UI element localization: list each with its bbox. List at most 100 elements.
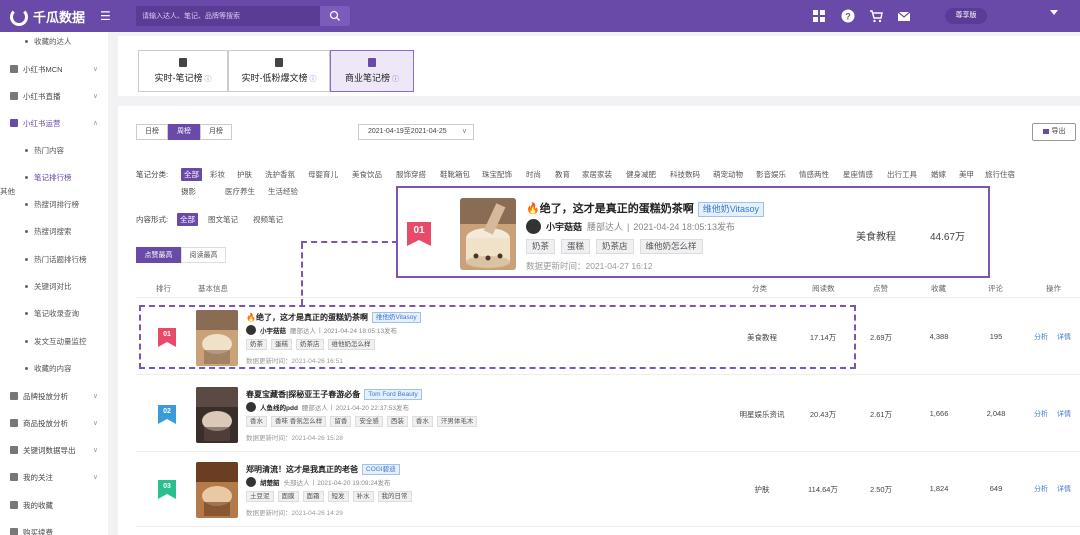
period-day-button[interactable]: 日榜 [136, 124, 168, 140]
apps-grid-icon[interactable] [812, 9, 826, 23]
tag[interactable]: 我的日常 [377, 491, 412, 502]
sidebar-item-keyword-compare[interactable]: 关键词对比 [0, 278, 108, 294]
tag[interactable]: 土豆泥 [246, 491, 274, 502]
sidebar-item-note-ranking[interactable]: 笔记排行榜 [0, 169, 108, 185]
category-filter-item[interactable]: 鞋靴箱包 [440, 169, 470, 180]
category-filter-item[interactable]: 护肤 [237, 169, 252, 180]
category-filter-item[interactable]: 服饰穿搭 [396, 169, 426, 180]
tag[interactable]: 面霜 [302, 491, 324, 502]
tab-realtime-notes[interactable]: 实时-笔记榜 ⓘ [138, 50, 228, 92]
brand-tag[interactable]: COGI碧迪 [362, 464, 400, 476]
category-filter-item[interactable]: 医疗养生 [225, 186, 255, 197]
tag[interactable]: 奶茶店 [596, 239, 634, 254]
sidebar-item-saved-creators[interactable]: 收藏的达人 [0, 33, 108, 49]
tag[interactable]: 香水 [411, 416, 433, 427]
sidebar-item-note-index-query[interactable]: 笔记收录查询 [0, 305, 108, 321]
mail-icon[interactable] [897, 9, 911, 23]
sort-reads-tab[interactable]: 阅读最高 [181, 247, 226, 263]
sidebar-item-hot-content[interactable]: 热门内容 [0, 142, 108, 158]
category-filter-item[interactable]: 出行工具 [887, 169, 917, 180]
help-icon[interactable]: ? [841, 9, 855, 23]
category-filter-item[interactable]: 旅行住宿 [985, 169, 1015, 180]
author-name[interactable]: 人鱼线的pdd [260, 402, 298, 412]
tag[interactable]: 蛋糕 [561, 239, 591, 254]
sidebar-item-product-analysis[interactable]: 商品投放分析 ∨ [0, 415, 108, 431]
sidebar-item-hot-words-ranking[interactable]: 热搜词排行榜 [0, 196, 108, 212]
category-filter-item[interactable]: 家居家装 [582, 169, 612, 180]
category-filter-item[interactable]: 科技数码 [670, 169, 700, 180]
category-filter-item[interactable]: 萌宠动物 [713, 169, 743, 180]
category-filter-item[interactable]: 教育 [555, 169, 570, 180]
author-name[interactable]: 小宇菇菇 [546, 220, 582, 233]
app-logo[interactable]: 千瓜数据 [10, 7, 85, 26]
analyze-link[interactable]: 分析 [1034, 332, 1048, 342]
category-filter-item[interactable]: 影音娱乐 [756, 169, 786, 180]
period-month-button[interactable]: 月榜 [200, 124, 232, 140]
category-filter-item[interactable]: 生活经验 [268, 186, 298, 197]
content-form-image[interactable]: 图文笔记 [208, 214, 238, 225]
detail-link[interactable]: 详情 [1057, 332, 1071, 342]
sidebar-item-following[interactable]: 我的关注 ∨ [0, 469, 108, 485]
avatar[interactable] [246, 477, 256, 487]
sidebar-item-purchase[interactable]: 购买续费 [0, 524, 108, 535]
sidebar-item-operations[interactable]: 小红书运营 ∧ [0, 115, 108, 131]
account-dropdown-icon[interactable] [1050, 10, 1058, 15]
tag[interactable]: 维他奶怎么样 [639, 239, 703, 254]
sidebar-item-live[interactable]: 小红书直播 ∨ [0, 88, 108, 104]
cart-icon[interactable] [869, 9, 883, 23]
sidebar-item-saved-content[interactable]: 收藏的内容 [0, 360, 108, 376]
tag[interactable]: 面膜 [277, 491, 299, 502]
category-filter-item[interactable]: 美甲 [959, 169, 974, 180]
detail-link[interactable]: 详情 [1057, 409, 1071, 419]
sidebar-item-keyword-export[interactable]: 关键词数据导出 ∨ [0, 442, 108, 458]
category-filter-item[interactable]: 健身减肥 [626, 169, 656, 180]
sidebar-item-hot-words-search[interactable]: 热搜词搜索 [0, 223, 108, 239]
sort-likes-tab[interactable]: 点赞最高 [136, 247, 181, 263]
note-title[interactable]: 郑明清流！这才是我真正的老爸 COGI碧迪 [246, 464, 400, 476]
tab-low-fans-viral[interactable]: 实时-低粉爆文榜 ⓘ [228, 50, 330, 92]
analyze-link[interactable]: 分析 [1034, 484, 1048, 494]
brand-tag[interactable]: Tom Ford Beauty [364, 389, 422, 401]
note-title[interactable]: 春夏宝藏香|探秘亚王子春游必备 Tom Ford Beauty [246, 389, 422, 401]
search-button[interactable] [320, 6, 350, 26]
tag[interactable]: 安全感 [355, 416, 383, 427]
export-button[interactable]: 导出 [1032, 123, 1076, 141]
sidebar-item-mcn[interactable]: 小红书MCN ∨ [0, 61, 108, 77]
category-filter-item[interactable]: 其他 [0, 186, 15, 197]
note-thumbnail[interactable] [196, 387, 238, 443]
category-filter-item[interactable]: 时尚 [526, 169, 541, 180]
tag[interactable]: 汗男体毛木 [436, 416, 478, 427]
note-thumbnail[interactable] [196, 462, 238, 518]
brand-tag[interactable]: 维他奶Vitasoy [697, 201, 765, 217]
category-filter-item[interactable]: 珠宝配饰 [482, 169, 512, 180]
category-filter-item[interactable]: 情感两性 [799, 169, 829, 180]
category-filter-item[interactable]: 全部 [181, 168, 202, 181]
sidebar-item-engagement-monitor[interactable]: 发文互动量监控 [0, 333, 108, 349]
tag[interactable]: 西装 [386, 416, 408, 427]
avatar[interactable] [246, 402, 256, 412]
content-form-video[interactable]: 视频笔记 [253, 214, 283, 225]
detail-link[interactable]: 详情 [1057, 484, 1071, 494]
tag[interactable]: 补水 [352, 491, 374, 502]
date-range-select[interactable]: 2021-04-19至2021-04-25 ∨ [358, 124, 474, 140]
category-filter-item[interactable]: 婚嫁 [931, 169, 946, 180]
analyze-link[interactable]: 分析 [1034, 409, 1048, 419]
sidebar-item-brand-analysis[interactable]: 品牌投放分析 ∨ [0, 388, 108, 404]
category-filter-item[interactable]: 母婴育儿 [308, 169, 338, 180]
author-name[interactable]: 胡楚韶 [260, 477, 280, 487]
tag[interactable]: 短发 [327, 491, 349, 502]
note-thumbnail[interactable] [460, 198, 516, 270]
category-filter-item[interactable]: 星座情感 [843, 169, 873, 180]
avatar[interactable] [526, 219, 541, 234]
tag[interactable]: 香水 [246, 416, 267, 427]
tab-commercial-notes[interactable]: 商业笔记榜 ⓘ [330, 50, 414, 92]
category-filter-item[interactable]: 摄影 [181, 186, 196, 197]
category-filter-item[interactable]: 美食饮品 [352, 169, 382, 180]
menu-toggle-icon[interactable]: ☰ [100, 9, 111, 23]
category-filter-item[interactable]: 彩妆 [210, 169, 225, 180]
tag[interactable]: 留香 [330, 416, 352, 427]
sidebar-item-favorites[interactable]: 我的收藏 [0, 497, 108, 513]
sidebar-item-hot-topics[interactable]: 热门话题排行榜 [0, 251, 108, 267]
content-form-all[interactable]: 全部 [177, 213, 198, 226]
tag[interactable]: 香味 香氛怎么样 [271, 416, 327, 427]
